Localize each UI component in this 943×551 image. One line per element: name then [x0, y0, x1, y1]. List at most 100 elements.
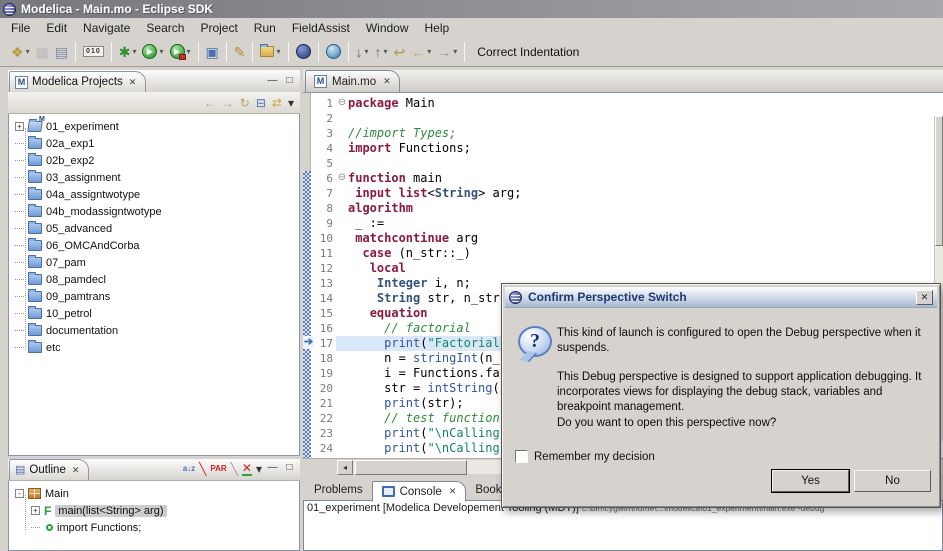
- dropdown-arrow-icon[interactable]: ▾: [159, 47, 163, 56]
- tab-outline[interactable]: ▤ Outline ✕: [9, 459, 89, 480]
- remove-all-icon[interactable]: ✕: [242, 462, 252, 476]
- forward-button[interactable]: →▾: [434, 40, 460, 64]
- tree-item-03_assignment[interactable]: 03_assignment: [9, 169, 299, 186]
- open-folder-button[interactable]: ▾: [257, 40, 283, 64]
- omc-connection-button[interactable]: [293, 40, 314, 64]
- expander-icon[interactable]: +: [31, 506, 40, 515]
- tree-item-09_pamtrans[interactable]: 09_pamtrans: [9, 288, 299, 305]
- dialog-title-bar[interactable]: Confirm Perspective Switch ✕: [505, 287, 937, 308]
- run-button[interactable]: ▶▾: [139, 40, 166, 64]
- web-browser-button-icon: [326, 44, 341, 59]
- tree-item-07_pam[interactable]: 07_pam: [9, 254, 299, 271]
- minimize-icon[interactable]: —: [266, 463, 279, 475]
- dropdown-arrow-icon[interactable]: ▾: [276, 47, 280, 56]
- maximize-icon[interactable]: □: [283, 76, 296, 88]
- tree-item-02a_exp1[interactable]: 02a_exp1: [9, 135, 299, 152]
- tree-item-main[interactable]: -Main: [9, 485, 299, 502]
- tree-connector: [31, 527, 40, 528]
- remember-decision-checkbox[interactable]: [515, 450, 528, 463]
- tab-problems[interactable]: Problems: [305, 479, 372, 500]
- tree-item-10_petrol[interactable]: 10_petrol: [9, 305, 299, 322]
- horizontal-scroll-thumb[interactable]: [355, 460, 467, 475]
- print-button[interactable]: ▤: [52, 40, 71, 64]
- dropdown-arrow-icon[interactable]: ▾: [427, 47, 431, 56]
- prev-annotation-button[interactable]: ↑▾: [372, 40, 391, 64]
- tree-item-06_omcandcorba[interactable]: 06_OMCAndCorba: [9, 237, 299, 254]
- dropdown-arrow-icon[interactable]: ▾: [365, 47, 369, 56]
- menu-project[interactable]: Project: [192, 19, 245, 37]
- show-view-button[interactable]: ▣: [203, 40, 222, 64]
- sort-icon[interactable]: a↓z: [183, 463, 195, 475]
- eclipse-window: Modelica - Main.mo - Eclipse SDK FileEdi…: [0, 0, 943, 551]
- tree-item-04a_assigntwotype[interactable]: 04a_assigntwotype: [9, 186, 299, 203]
- menu-fieldassist[interactable]: FieldAssist: [284, 19, 358, 37]
- expander-icon[interactable]: -: [15, 489, 24, 498]
- menu-help[interactable]: Help: [417, 19, 458, 37]
- title-bar[interactable]: Modelica - Main.mo - Eclipse SDK: [0, 0, 943, 18]
- fold-marker-icon[interactable]: ⊖: [336, 171, 348, 186]
- dropdown-arrow-icon[interactable]: ▾: [384, 47, 388, 56]
- no-button[interactable]: No: [854, 470, 931, 492]
- collapse-all-icon[interactable]: ⊟: [256, 97, 266, 109]
- dialog-close-icon[interactable]: ✕: [916, 290, 933, 305]
- tree-item-02b_exp2[interactable]: 02b_exp2: [9, 152, 299, 169]
- new-wizard-button[interactable]: ❖▾: [8, 40, 33, 64]
- web-browser-button[interactable]: [323, 40, 344, 64]
- tree-item-import-functions-[interactable]: import Functions;: [9, 519, 299, 536]
- tab-modelica-projects[interactable]: M Modelica Projects ✕: [9, 71, 146, 92]
- back-icon[interactable]: ←: [204, 97, 216, 109]
- menu-search[interactable]: Search: [138, 19, 192, 37]
- menu-navigate[interactable]: Navigate: [75, 19, 138, 37]
- run-external-button[interactable]: ▶▾: [167, 40, 194, 64]
- yes-button[interactable]: Yes: [772, 470, 849, 492]
- view-menu-icon[interactable]: ▾: [288, 97, 294, 109]
- code-text: package Main: [348, 96, 435, 111]
- lock-badge-icon: [179, 54, 186, 60]
- link-with-editor-icon[interactable]: ⇄: [272, 97, 282, 109]
- fold-marker-icon[interactable]: ⊖: [336, 96, 348, 111]
- minimize-icon[interactable]: —: [266, 76, 279, 88]
- menu-edit[interactable]: Edit: [38, 19, 75, 37]
- back-button[interactable]: ←▾: [408, 40, 434, 64]
- tab-main-mo[interactable]: M Main.mo ✕: [305, 70, 400, 92]
- debug-button[interactable]: ✱▾: [116, 40, 140, 64]
- maximize-icon[interactable]: □: [283, 463, 296, 475]
- tree-item-etc[interactable]: etc: [9, 339, 299, 356]
- hide-par-icon[interactable]: PAR: [210, 463, 226, 475]
- vertical-scroll-thumb[interactable]: [935, 116, 943, 246]
- hide-misc-icon[interactable]: ╲: [231, 463, 238, 475]
- next-annotation-button[interactable]: ↓▾: [353, 40, 372, 64]
- close-icon[interactable]: ✕: [383, 76, 391, 87]
- tree-item-01_experiment[interactable]: +M01_experiment: [9, 118, 299, 135]
- tree-item-05_advanced[interactable]: 05_advanced: [9, 220, 299, 237]
- menu-run[interactable]: Run: [246, 19, 284, 37]
- close-icon[interactable]: ✕: [129, 77, 137, 88]
- format-brush-button[interactable]: ✎: [231, 40, 249, 64]
- tree-item-main-list-string-arg-[interactable]: +Fmain(list<String> arg): [9, 502, 299, 519]
- dropdown-arrow-icon[interactable]: ▾: [187, 47, 191, 56]
- refresh-icon[interactable]: ↻: [240, 97, 250, 109]
- save-button[interactable]: ▦: [33, 40, 52, 64]
- view-menu-icon[interactable]: ▾: [256, 463, 262, 475]
- tree-item-04b_modassigntwotype[interactable]: 04b_modassigntwotype: [9, 203, 299, 220]
- dropdown-arrow-icon[interactable]: ▾: [26, 47, 30, 56]
- annotation-ruler[interactable]: [303, 93, 311, 458]
- forward-icon[interactable]: →: [222, 97, 234, 109]
- tree-item-documentation[interactable]: documentation: [9, 322, 299, 339]
- tab-console[interactable]: Console✕: [372, 481, 467, 502]
- dropdown-arrow-icon[interactable]: ▾: [453, 47, 457, 56]
- code-line-6: 6⊖function main: [312, 171, 943, 186]
- close-icon[interactable]: ✕: [449, 486, 457, 497]
- menu-file[interactable]: File: [3, 19, 38, 37]
- projects-tree-container: +M01_experiment02a_exp102b_exp203_assign…: [8, 114, 300, 456]
- scroll-left-icon[interactable]: ◂: [337, 460, 353, 475]
- dropdown-arrow-icon[interactable]: ▾: [132, 47, 136, 56]
- expander-icon[interactable]: +: [15, 122, 24, 131]
- hide-fields-icon[interactable]: ╲: [199, 463, 206, 475]
- last-edit-location-button[interactable]: ↩: [391, 40, 409, 64]
- code-text: input list<String> arg;: [348, 186, 521, 201]
- close-icon[interactable]: ✕: [72, 465, 80, 476]
- debug-config-button[interactable]: 010: [80, 40, 107, 64]
- tree-item-08_pamdecl[interactable]: 08_pamdecl: [9, 271, 299, 288]
- menu-window[interactable]: Window: [358, 19, 417, 37]
